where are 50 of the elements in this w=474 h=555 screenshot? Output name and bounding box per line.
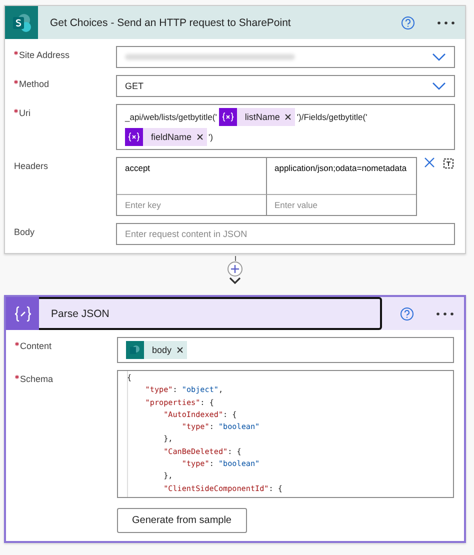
body-field[interactable]: Enter request content in JSON xyxy=(116,223,455,245)
braces-icon xyxy=(12,304,32,322)
remove-icon[interactable] xyxy=(284,114,291,120)
field-label: Headers xyxy=(14,161,48,171)
field-label: Content xyxy=(20,341,52,351)
field-label: Uri xyxy=(19,108,30,118)
variable-icon xyxy=(218,108,237,126)
dropdown-field[interactable] xyxy=(116,46,455,68)
token-label: listName xyxy=(244,112,281,122)
action-title[interactable]: Parse JSON xyxy=(51,308,110,320)
sharepoint-icon xyxy=(10,12,32,34)
remove-icon[interactable] xyxy=(176,347,183,353)
close-icon[interactable] xyxy=(424,157,435,168)
help-icon[interactable] xyxy=(401,16,415,30)
header-value-cell[interactable]: application/json;odata=nometadata xyxy=(266,158,416,195)
dropdown-field[interactable]: GET xyxy=(116,75,455,97)
field-label: Site Address xyxy=(19,50,70,60)
help-icon[interactable] xyxy=(400,306,414,320)
sharepoint-icon xyxy=(126,341,144,359)
required-icon xyxy=(14,80,18,84)
chevron-down-icon xyxy=(432,53,446,61)
output-token[interactable]: body xyxy=(126,341,187,359)
value-input[interactable]: Enter value xyxy=(266,195,416,215)
dropdown-value: GET xyxy=(125,81,144,91)
remove-icon[interactable] xyxy=(196,134,203,140)
arrow-down-icon xyxy=(229,277,241,285)
action-title[interactable]: Get Choices - Send an HTTP request to SharePoint xyxy=(50,16,291,28)
generate-from-sample-button[interactable]: Generate from sample xyxy=(117,508,246,533)
field-label: Method xyxy=(19,79,50,89)
uri-text: ') xyxy=(208,132,213,142)
text-mode-icon[interactable] xyxy=(442,157,455,170)
key-input[interactable]: Enter key xyxy=(117,195,266,215)
uri-text: _api/web/lists/getbytitle(' xyxy=(125,112,217,122)
token-label: body xyxy=(151,345,173,355)
required-icon xyxy=(14,51,18,55)
required-icon xyxy=(15,342,19,346)
header-key-cell[interactable]: accept xyxy=(117,158,266,195)
uri-text: ')/Fields/getbytitle(' xyxy=(296,112,368,122)
chevron-down-icon xyxy=(432,82,446,90)
more-options-icon[interactable] xyxy=(436,312,454,316)
add-step-icon[interactable] xyxy=(227,261,243,277)
token-label: fieldName xyxy=(150,132,193,142)
variable-icon xyxy=(125,128,143,146)
field-label: Body xyxy=(14,227,35,237)
field-label: Schema xyxy=(20,374,54,384)
variable-token[interactable]: listName xyxy=(218,108,295,126)
variable-token[interactable]: fieldName xyxy=(125,128,207,146)
required-icon xyxy=(14,109,18,113)
required-icon xyxy=(15,375,19,379)
more-options-icon[interactable] xyxy=(437,20,455,24)
